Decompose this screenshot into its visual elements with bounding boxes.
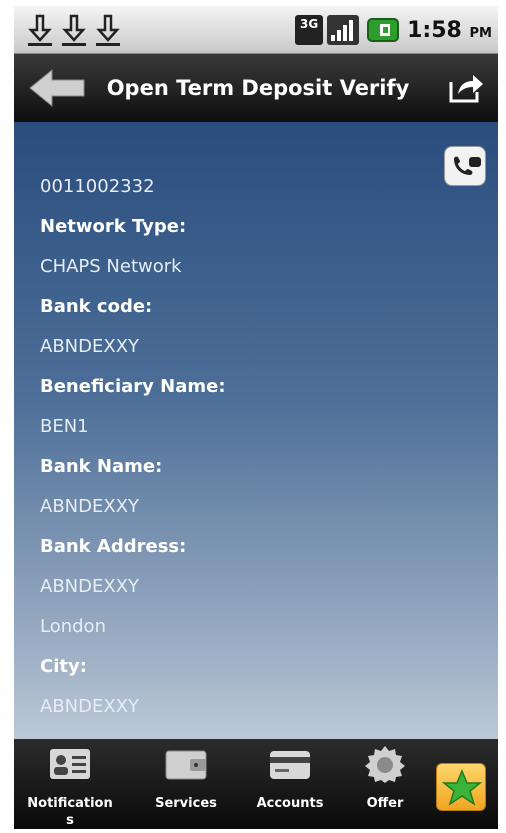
- detail-account-number: 0011002332: [40, 176, 155, 197]
- detail-label: Bank code:: [40, 296, 153, 317]
- nav-label: Accounts: [256, 796, 324, 811]
- phone-screen: 3G 1:58 PM Open Term Deposit Verify 0011…: [14, 6, 498, 829]
- detail-value: CHAPS Network: [40, 256, 182, 277]
- detail-value: ABNDEXXY: [40, 336, 140, 357]
- clock: 1:58 PM: [407, 18, 492, 43]
- detail-value: London: [40, 616, 106, 637]
- page-title: Open Term Deposit Verify: [106, 76, 410, 100]
- detail-value: ABNDEXXY: [40, 496, 140, 517]
- nav-accounts[interactable]: Accounts: [240, 745, 340, 829]
- nav-offers[interactable]: Offer: [340, 745, 430, 829]
- nav-label: Services: [155, 796, 217, 811]
- deposit-details-panel: 0011002332 Network Type: CHAPS Network B…: [14, 122, 498, 739]
- favorites-button[interactable]: [436, 763, 486, 811]
- detail-label: City:: [40, 656, 87, 677]
- nav-notifications[interactable]: Notification s: [20, 745, 120, 829]
- detail-value: ABNDEXXY: [40, 576, 140, 597]
- download-notification-icon[interactable]: [26, 12, 54, 48]
- battery-charging-icon: [367, 18, 400, 42]
- detail-label: Bank Name:: [40, 456, 163, 477]
- nav-label: Offer: [366, 796, 404, 811]
- star-icon: [441, 769, 483, 806]
- status-bar: 3G 1:58 PM: [14, 6, 498, 54]
- phone-contact-icon: [454, 156, 481, 175]
- clock-time: 1:58: [407, 17, 462, 43]
- contact-card-icon: [50, 749, 90, 779]
- share-icon[interactable]: [448, 72, 484, 104]
- detail-label: Beneficiary Name:: [40, 376, 226, 397]
- wallet-icon: [165, 750, 207, 780]
- call-support-button[interactable]: [444, 146, 486, 186]
- signal-strength-icon: [327, 15, 360, 45]
- detail-label: Bank Address:: [40, 536, 187, 557]
- nav-label: Notification s: [27, 796, 113, 828]
- credit-card-icon: [270, 751, 310, 779]
- title-bar: Open Term Deposit Verify: [14, 54, 498, 122]
- back-arrow-icon[interactable]: [28, 68, 86, 108]
- detail-label: Network Type:: [40, 216, 187, 237]
- download-notification-icon[interactable]: [94, 12, 122, 48]
- download-notification-icon[interactable]: [60, 12, 88, 48]
- clock-ampm: PM: [469, 25, 492, 41]
- gear-badge-icon: [365, 746, 405, 783]
- detail-value: BEN1: [40, 416, 89, 437]
- network-3g-icon: 3G: [295, 15, 324, 45]
- nav-services[interactable]: Services: [136, 745, 236, 829]
- detail-value: ABNDEXXY: [40, 696, 140, 717]
- bottom-nav: Notification s Services Accounts Offer: [14, 739, 498, 829]
